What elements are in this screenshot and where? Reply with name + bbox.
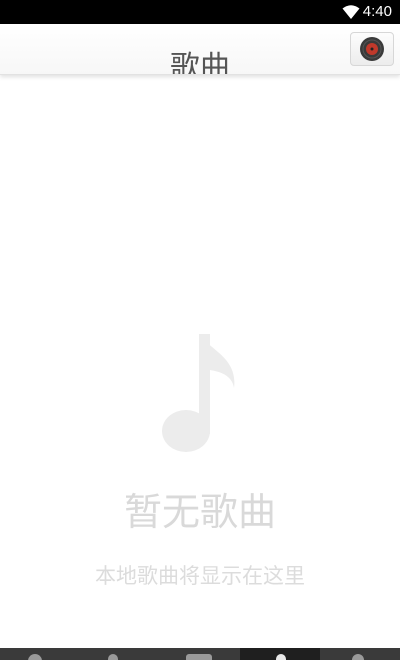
tab-icon-4 xyxy=(276,654,286,660)
nav-tab-3[interactable] xyxy=(160,648,240,660)
page-title: 歌曲 xyxy=(170,50,230,75)
status-time: 4:40 xyxy=(362,3,392,20)
nav-tab-2[interactable] xyxy=(80,648,160,660)
nav-tab-5[interactable] xyxy=(320,648,400,660)
empty-state-title: 暂无歌曲 xyxy=(123,490,276,534)
bottom-navigation xyxy=(0,648,400,660)
vinyl-record-icon xyxy=(360,37,384,61)
nav-tab-1[interactable] xyxy=(0,648,80,660)
music-note-icon xyxy=(162,334,235,452)
wifi-icon xyxy=(342,5,360,19)
tab-icon-2 xyxy=(108,654,118,660)
empty-state-subtitle: 本地歌曲将显示在这里 xyxy=(95,564,305,588)
tab-icon-3 xyxy=(186,654,212,660)
tab-icon-1 xyxy=(28,654,42,660)
status-bar: 4:40 xyxy=(0,0,400,24)
nav-tab-4[interactable] xyxy=(240,648,320,660)
tab-icon-5 xyxy=(352,654,364,660)
now-playing-button[interactable] xyxy=(350,32,394,66)
app-header: 歌曲 xyxy=(0,24,400,75)
